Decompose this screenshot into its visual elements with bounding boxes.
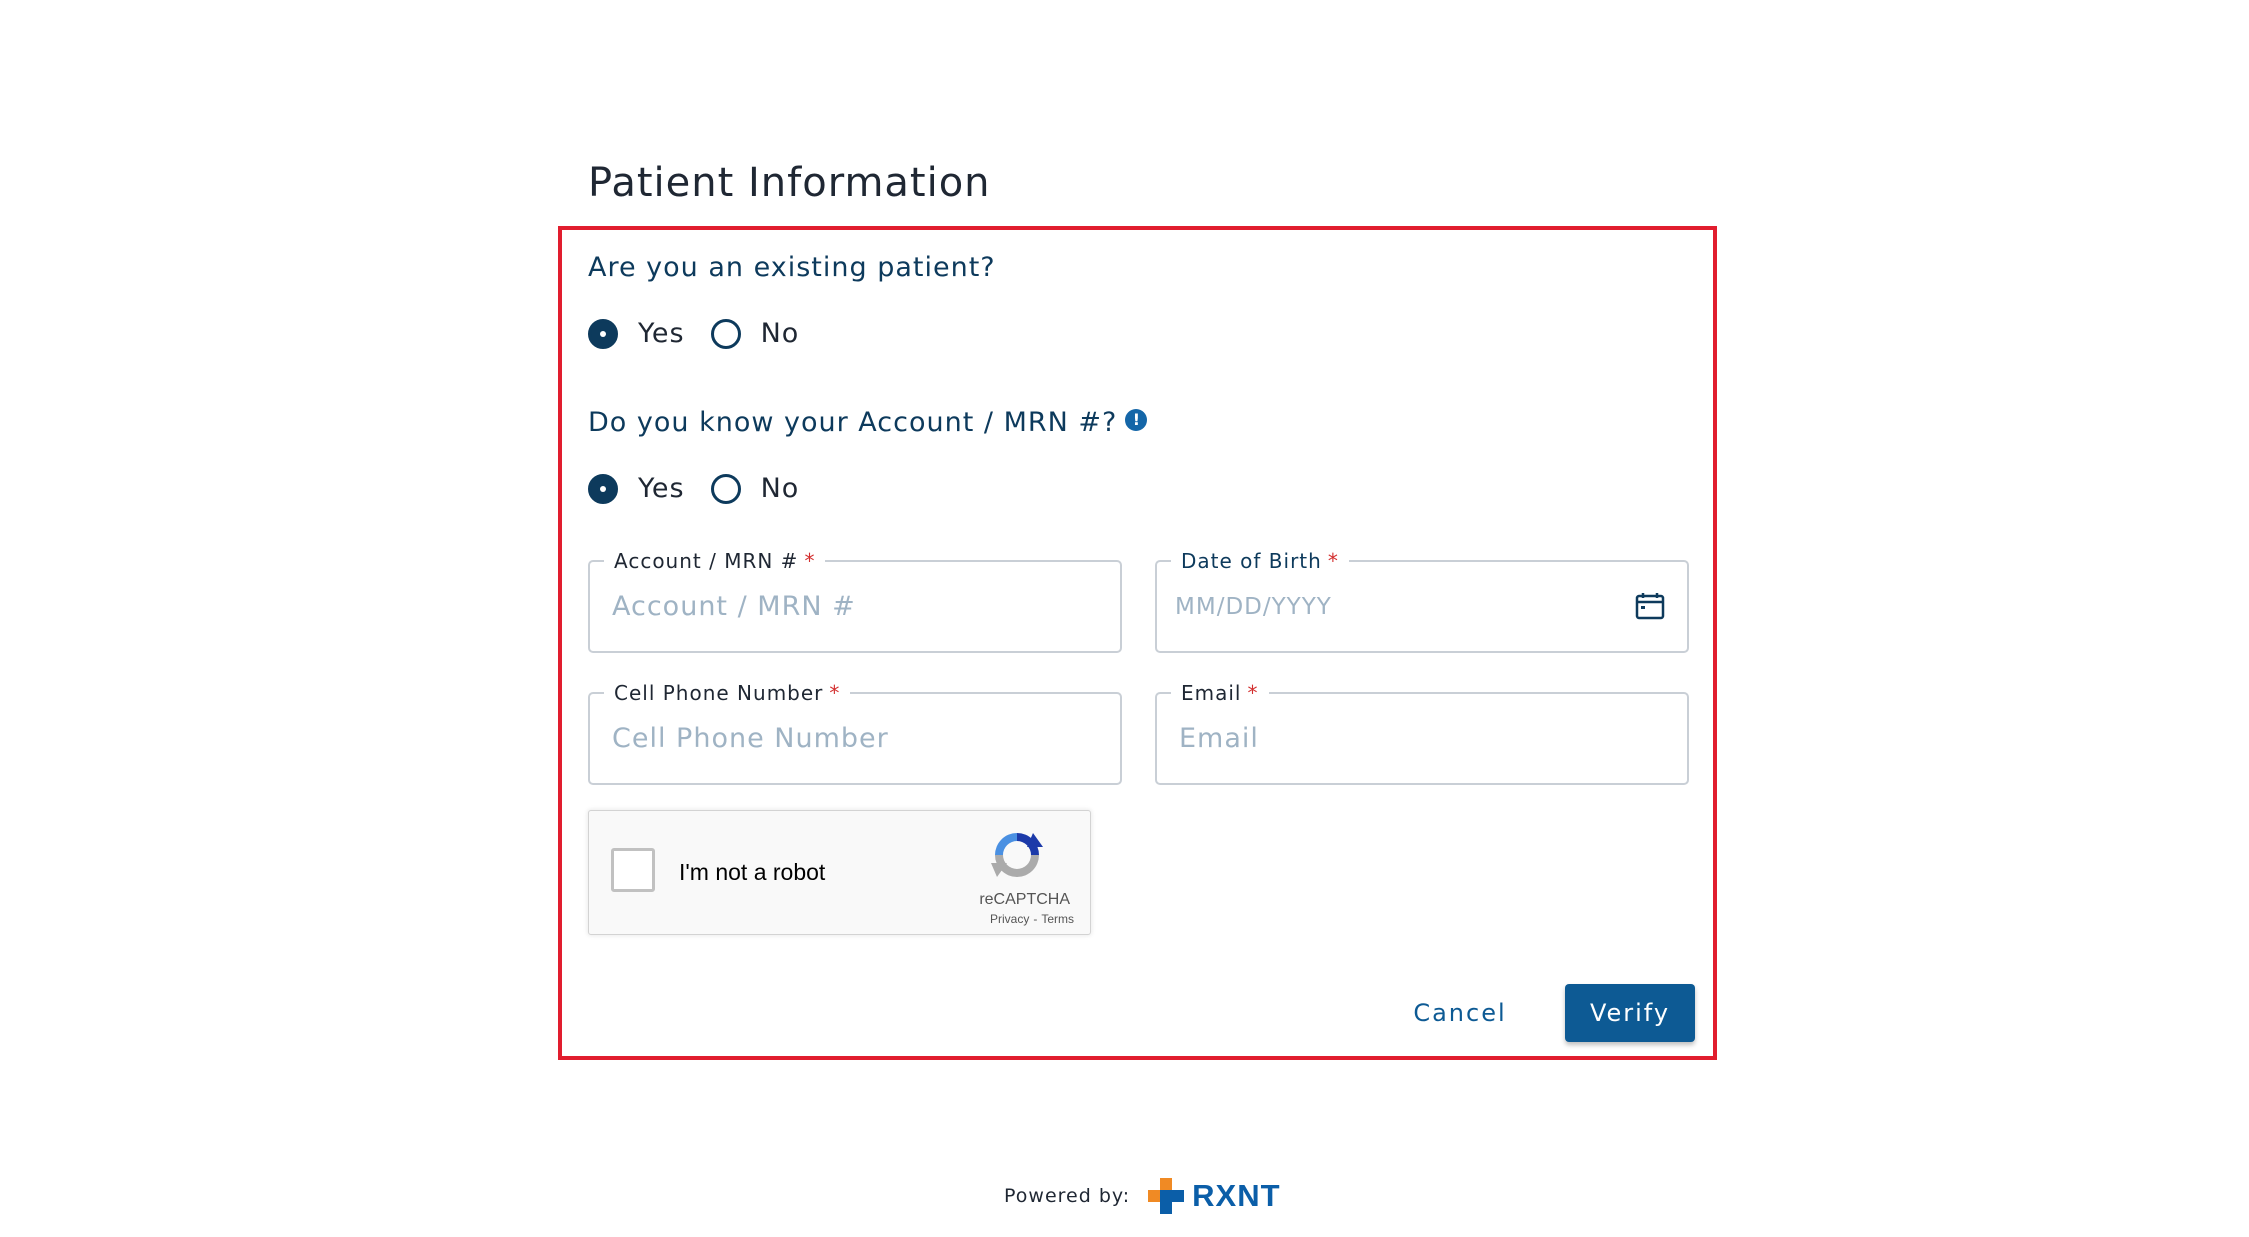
existing-patient-yes-option[interactable]: Yes xyxy=(588,318,685,349)
know-account-no-option[interactable]: No xyxy=(710,473,800,504)
know-account-yes-label[interactable]: Yes xyxy=(638,473,685,504)
account-mrn-input[interactable] xyxy=(590,562,1120,651)
know-account-yes-option[interactable]: Yes xyxy=(588,473,685,504)
required-marker: * xyxy=(829,681,841,705)
existing-patient-yes-radio[interactable] xyxy=(588,318,618,349)
calendar-icon[interactable] xyxy=(1635,592,1665,620)
footer: Powered by: RXNT xyxy=(1004,1176,1281,1216)
recaptcha-checkbox[interactable] xyxy=(611,848,655,892)
email-field: Email* xyxy=(1155,680,1689,785)
email-label-text: Email xyxy=(1181,681,1242,705)
powered-by-text: Powered by: xyxy=(1004,1185,1131,1207)
info-icon[interactable]: ! xyxy=(1125,409,1148,431)
recaptcha-brand: reCAPTCHA xyxy=(979,891,1070,908)
know-account-label: Do you know your Account / MRN #? xyxy=(588,407,1118,438)
verify-button[interactable]: Verify xyxy=(1565,984,1695,1042)
date-of-birth-field-label: Date of Birth * xyxy=(1171,548,1349,574)
cell-phone-input[interactable] xyxy=(590,694,1120,783)
account-mrn-field-label: Account / MRN # * xyxy=(604,548,826,574)
existing-patient-label: Are you an existing patient? xyxy=(588,252,996,283)
know-account-radio-group: Yes No xyxy=(588,473,825,504)
cell-phone-label-text: Cell Phone Number xyxy=(614,681,824,705)
recaptcha-widget: I'm not a robot reCAPTCHA Privacy - Terms xyxy=(588,810,1091,935)
existing-patient-no-label[interactable]: No xyxy=(761,318,800,349)
date-of-birth-input[interactable] xyxy=(1157,562,1687,651)
know-account-question: Do you know your Account / MRN #?! xyxy=(588,407,1148,438)
account-mrn-field: Account / MRN #* xyxy=(588,548,1122,653)
date-of-birth-field: Date of Birth* xyxy=(1155,548,1689,653)
existing-patient-yes-label[interactable]: Yes xyxy=(638,318,685,349)
cell-phone-field-label: Cell Phone Number * xyxy=(604,680,851,706)
rxnt-wordmark: RXNT xyxy=(1192,1178,1281,1213)
required-marker: * xyxy=(804,549,816,573)
email-field-label: Email * xyxy=(1171,680,1269,706)
recaptcha-label: I'm not a robot xyxy=(679,859,826,885)
account-mrn-label-text: Account / MRN # xyxy=(614,549,799,573)
recaptcha-terms-link[interactable]: Terms xyxy=(1041,912,1074,926)
recaptcha-link-separator: - xyxy=(1033,912,1038,926)
existing-patient-radio-group: Yes No xyxy=(588,318,825,349)
page-title: Patient Information xyxy=(588,159,991,206)
cancel-button[interactable]: Cancel xyxy=(1380,984,1540,1042)
existing-patient-no-radio[interactable] xyxy=(710,318,741,349)
email-input[interactable] xyxy=(1157,694,1687,783)
existing-patient-question: Are you an existing patient? xyxy=(588,252,996,283)
date-of-birth-label-text: Date of Birth xyxy=(1181,549,1322,573)
recaptcha-links: Privacy - Terms xyxy=(990,912,1074,926)
required-marker: * xyxy=(1247,681,1259,705)
recaptcha-logo-icon xyxy=(991,833,1043,877)
recaptcha-privacy-link[interactable]: Privacy xyxy=(990,912,1029,926)
cell-phone-field: Cell Phone Number* xyxy=(588,680,1122,785)
rxnt-cross-icon xyxy=(1148,1178,1185,1214)
know-account-yes-radio[interactable] xyxy=(588,473,618,504)
rxnt-logo: RXNT xyxy=(1146,1176,1280,1216)
know-account-no-label[interactable]: No xyxy=(761,473,800,504)
know-account-no-radio[interactable] xyxy=(710,473,741,504)
existing-patient-no-option[interactable]: No xyxy=(710,318,800,349)
page: Patient Information Are you an existing … xyxy=(0,0,2249,1237)
required-marker: * xyxy=(1327,549,1339,573)
